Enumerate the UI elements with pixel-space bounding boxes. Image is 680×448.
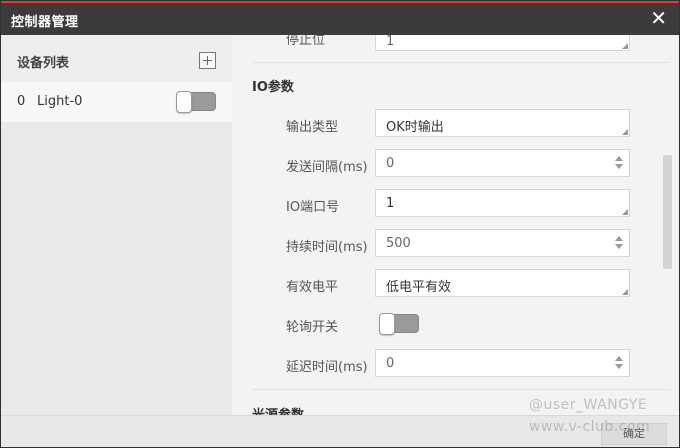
stop-bit-value: 1 bbox=[386, 35, 395, 49]
io-section-title: IO参数 bbox=[252, 80, 294, 95]
section-divider bbox=[252, 389, 670, 390]
output-type-dropdown[interactable]: OK时输出 bbox=[375, 109, 630, 137]
field-label-duration: 持续时间(ms) bbox=[286, 240, 368, 255]
toggle-knob bbox=[176, 91, 192, 113]
field-label-polling-switch: 轮询开关 bbox=[286, 320, 339, 335]
field-label-output-type: 输出类型 bbox=[286, 120, 339, 135]
io-port-value: 1 bbox=[386, 196, 395, 211]
section-divider bbox=[252, 62, 670, 63]
polling-switch-toggle[interactable] bbox=[379, 313, 419, 335]
spin-up-icon[interactable] bbox=[615, 236, 623, 241]
field-label-io-port: IO端口号 bbox=[286, 200, 340, 215]
dropdown-corner-icon bbox=[622, 43, 628, 49]
spin-up-icon[interactable] bbox=[615, 356, 623, 361]
active-level-dropdown[interactable]: 低电平有效 bbox=[375, 269, 630, 297]
footer-bar: 确定 bbox=[1, 415, 679, 447]
spin-down-icon[interactable] bbox=[615, 244, 623, 249]
parameter-panel: 停止位 1 IO参数 输出类型 OK时输出 发送间隔(ms) 0 IO端口号 1… bbox=[232, 35, 679, 415]
controller-manager-window: 控制器管理 ✕ 设备列表 0 Light-0 停止位 1 IO参数 输出类型 O… bbox=[0, 0, 680, 448]
close-icon[interactable]: ✕ bbox=[650, 7, 667, 29]
vertical-scrollbar[interactable] bbox=[663, 155, 672, 269]
output-type-value: OK时输出 bbox=[386, 120, 444, 135]
duration-spinner[interactable]: 500 bbox=[375, 229, 630, 257]
active-level-value: 低电平有效 bbox=[386, 280, 452, 295]
device-name: Light-0 bbox=[37, 94, 83, 109]
spin-down-icon[interactable] bbox=[615, 364, 623, 369]
spinner-arrows bbox=[615, 236, 623, 250]
stop-bit-dropdown[interactable]: 1 bbox=[375, 35, 630, 51]
spinner-arrows bbox=[615, 356, 623, 370]
delay-time-value: 0 bbox=[386, 356, 395, 371]
device-list-title: 设备列表 bbox=[17, 56, 70, 71]
field-label-delay-time: 延迟时间(ms) bbox=[286, 360, 368, 375]
dropdown-corner-icon bbox=[622, 289, 628, 295]
send-interval-spinner[interactable]: 0 bbox=[375, 149, 630, 177]
spinner-arrows bbox=[615, 156, 623, 170]
spin-down-icon[interactable] bbox=[615, 164, 623, 169]
device-index: 0 bbox=[17, 94, 26, 109]
dropdown-corner-icon bbox=[622, 129, 628, 135]
device-list-item[interactable]: 0 Light-0 bbox=[1, 82, 232, 122]
add-device-button[interactable] bbox=[199, 52, 216, 69]
send-interval-value: 0 bbox=[386, 156, 395, 171]
io-port-dropdown[interactable]: 1 bbox=[375, 189, 630, 217]
light-section-title: 光源参数 bbox=[252, 404, 304, 415]
title-bar: 控制器管理 ✕ bbox=[1, 3, 679, 35]
duration-value: 500 bbox=[386, 236, 411, 251]
ok-button[interactable]: 确定 bbox=[601, 423, 667, 445]
field-label-stop-bit: 停止位 bbox=[286, 35, 326, 48]
window-title: 控制器管理 bbox=[11, 15, 79, 30]
toggle-knob bbox=[379, 313, 395, 335]
field-label-active-level: 有效电平 bbox=[286, 280, 339, 295]
device-list-panel: 设备列表 0 Light-0 bbox=[1, 35, 232, 415]
spin-up-icon[interactable] bbox=[615, 156, 623, 161]
field-label-send-interval: 发送间隔(ms) bbox=[286, 160, 368, 175]
delay-time-spinner[interactable]: 0 bbox=[375, 349, 630, 377]
device-enable-toggle[interactable] bbox=[176, 91, 216, 113]
device-list-header: 设备列表 bbox=[1, 35, 232, 82]
dropdown-corner-icon bbox=[622, 209, 628, 215]
